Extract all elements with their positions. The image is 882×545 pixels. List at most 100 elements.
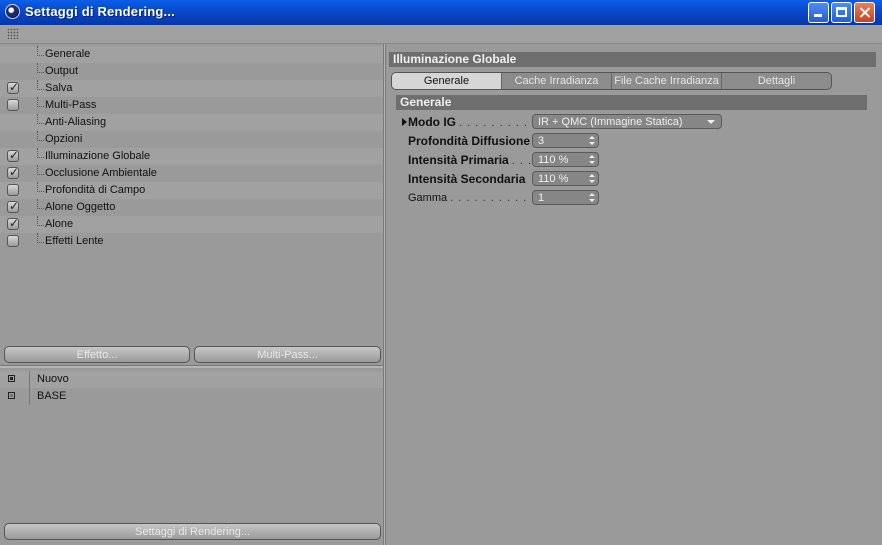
profondita-di-campo-checkbox[interactable] [7,184,19,196]
cinema4d-app-icon [5,4,20,19]
attributes-panel: Illuminazione Globale Generale Cache Irr… [386,44,882,545]
tree-item-label: Profondità di Campo [45,184,146,196]
title-bar[interactable]: Settaggi di Rendering... [0,0,882,25]
stepper-arrows-icon[interactable] [589,193,595,202]
tree-item-alone-oggetto[interactable]: Alone Oggetto [0,198,383,216]
presets-list: Nuovo BASE [0,371,383,405]
intensita-primaria-field[interactable]: 110 % [532,152,599,167]
tree-item-label: Multi-Pass [45,99,97,111]
occlusione-ambientale-checkbox[interactable] [7,164,19,181]
window-title: Settaggi di Rendering... [25,4,175,19]
effetti-lente-checkbox[interactable] [7,235,19,247]
tree-item-alone[interactable]: Alone [0,215,383,233]
tree-item-label: Occlusione Ambientale [45,167,157,179]
tree-item-output[interactable]: Output [0,63,383,80]
modo-ig-dropdown[interactable]: IR + QMC (Immagine Statica) [532,114,722,129]
multipass-button[interactable]: Multi-Pass... [194,346,381,363]
close-button[interactable] [854,2,875,23]
tree-item-label: Illuminazione Globale [45,150,151,162]
gamma-field[interactable]: 1 [532,190,599,205]
preset-item-base[interactable]: BASE [0,388,383,405]
param-intensita-primaria: Intensità Primaria . . . [408,152,532,169]
alone-checkbox[interactable] [7,215,19,232]
tree-item-illuminazione-globale[interactable]: Illuminazione Globale [0,147,383,165]
tree-item-label: Effetti Lente [45,235,104,247]
tree-item-generale[interactable]: Generale [0,46,383,63]
tree-line [29,371,30,388]
preset-label: BASE [37,390,67,402]
param-label: Intensità Secondaria [408,172,526,186]
panel-divider[interactable] [0,365,383,368]
tree-branch-line [37,114,44,124]
param-modo-ig: Modo IG . . . . . . . . . . . [408,114,544,131]
tab-generale[interactable]: Generale [392,73,502,89]
tree-item-label: Salva [45,82,73,94]
tree-item-label: Alone [45,218,74,230]
illuminazione-globale-checkbox[interactable] [7,147,19,164]
alone-oggetto-checkbox[interactable] [7,198,19,215]
tab-file-cache-irradianza[interactable]: File Cache Irradianza [612,73,722,89]
param-label: Modo IG [408,115,456,129]
tree-item-label: Anti-Aliasing [45,116,107,128]
param-dots: . . . [511,155,533,167]
tree-branch-line [37,216,44,226]
dropdown-value: IR + QMC (Immagine Statica) [538,116,683,128]
param-label: Intensità Primaria [408,153,509,167]
tree-item-occlusione-ambientale[interactable]: Occlusione Ambientale [0,164,383,182]
tree-branch-line [37,165,44,175]
tree-item-salva[interactable]: Salva [0,79,383,97]
tree-branch-line [37,131,44,141]
stepper-arrows-icon[interactable] [589,174,595,183]
tree-item-effetti-lente[interactable]: Effetti Lente [0,233,383,250]
tree-item-label: Output [45,65,79,77]
tree-branch-line [37,80,44,90]
chevron-down-icon [707,120,715,124]
tab-cache-irradianza[interactable]: Cache Irradianza [502,73,612,89]
salva-checkbox[interactable] [7,79,19,96]
stepper-arrows-icon[interactable] [589,155,595,164]
stepper-arrows-icon[interactable] [589,136,595,145]
field-value: 110 % [538,173,569,185]
maximize-button[interactable] [831,2,852,23]
field-value: 3 [538,135,545,147]
tab-bar: Generale Cache Irradianza File Cache Irr… [391,72,832,90]
param-label: Gamma [408,192,448,204]
section-header: Generale [396,95,867,110]
tree-line [29,388,30,405]
preset-item-nuovo[interactable]: Nuovo [0,371,383,388]
render-settings-button[interactable]: Settaggi di Rendering... [4,523,381,540]
tree-branch-line [37,233,44,243]
minimize-icon [809,3,828,22]
tree-branch-line [37,63,44,73]
tree-item-multi-pass[interactable]: Multi-Pass [0,97,383,114]
tree-branch-line [37,148,44,158]
tree-item-label: Alone Oggetto [45,201,116,213]
left-panel: Generale Output Salva Multi-Pass Anti-Al… [0,44,383,545]
tree-branch-line [37,46,44,56]
preset-icon [8,392,15,399]
intensita-secondaria-field[interactable]: 110 % [532,171,599,186]
field-value: 1 [538,192,545,204]
tab-dettagli[interactable]: Dettagli [722,73,831,89]
preset-icon [8,375,15,382]
tree-item-profondita-di-campo[interactable]: Profondità di Campo [0,182,383,199]
tree-branch-line [37,97,44,107]
tree-branch-line [37,199,44,209]
maximize-icon [832,3,851,22]
minimize-button[interactable] [808,2,829,23]
menu-bar [0,25,882,44]
close-icon [855,3,874,22]
tree-item-opzioni[interactable]: Opzioni [0,131,383,148]
grip-icon[interactable] [7,28,19,39]
tree-item-anti-aliasing[interactable]: Anti-Aliasing [0,114,383,131]
field-value: 110 % [538,154,569,166]
effect-button[interactable]: Effetto... [4,346,190,363]
param-label: Profondità Diffusione [408,134,530,148]
expand-arrow-icon[interactable] [402,118,407,126]
tree-item-label: Opzioni [45,133,83,145]
multi-pass-checkbox[interactable] [7,99,19,111]
profondita-diffusione-field[interactable]: 3 [532,133,599,148]
param-intensita-secondaria: Intensità Secondaria [408,171,525,188]
render-settings-tree: Generale Output Salva Multi-Pass Anti-Al… [0,46,383,250]
tree-item-label: Generale [45,48,91,60]
